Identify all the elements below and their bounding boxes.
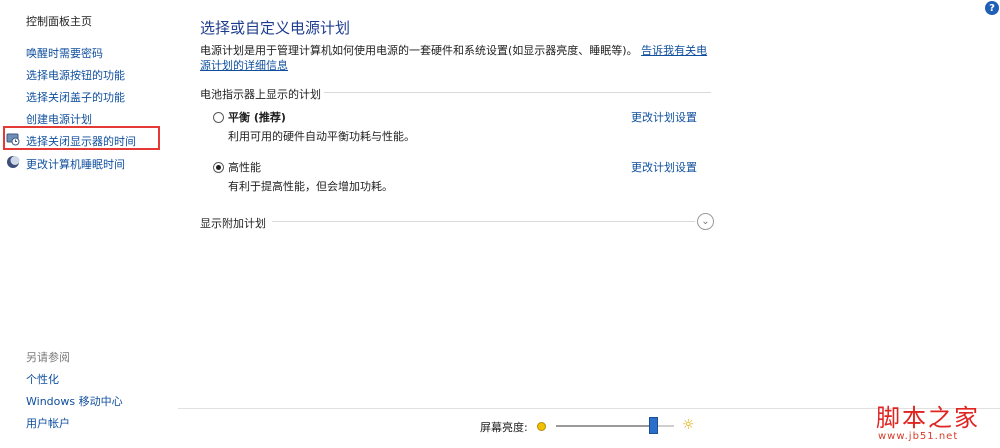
chevron-down-icon: ⌄ (701, 216, 710, 227)
help-icon[interactable]: ? (985, 1, 999, 15)
plan-balanced-change-link[interactable]: 更改计划设置 (631, 109, 697, 125)
page-title: 选择或自定义电源计划 (200, 19, 351, 37)
page-description: 电源计划是用于管理计算机如何使用电源的一套硬件和系统设置(如显示器亮度、睡眠等)… (200, 43, 712, 73)
brightness-label: 屏幕亮度: (480, 421, 528, 434)
section-divider (324, 92, 711, 93)
see-also-personalization[interactable]: 个性化 (26, 371, 59, 387)
see-also-user-accounts[interactable]: 用户帐户 (26, 415, 70, 431)
expand-extra-plans-button[interactable]: ⌄ (697, 213, 714, 230)
plan-balanced-name[interactable]: 平衡 (推荐) (228, 109, 286, 125)
sidebar-item-lid-close[interactable]: 选择关闭盖子的功能 (26, 89, 125, 105)
moon-sleep-icon (7, 156, 20, 168)
brightness-low-icon (537, 422, 546, 431)
battery-section-heading: 电池指示器上显示的计划 (200, 88, 321, 101)
sidebar-item-power-buttons[interactable]: 选择电源按钮的功能 (26, 67, 125, 83)
extra-plans-heading[interactable]: 显示附加计划 (200, 215, 266, 231)
brightness-slider-fill (556, 425, 657, 427)
plan-high-performance-change-link[interactable]: 更改计划设置 (631, 159, 697, 175)
plan-balanced-desc: 利用可用的硬件自动平衡功耗与性能。 (228, 130, 415, 143)
watermark-url: www.jb51.net (878, 431, 959, 442)
brightness-slider-thumb[interactable] (648, 417, 658, 434)
watermark-logo: 脚本之家 (876, 404, 980, 432)
sidebar-item-sleep-time[interactable]: 更改计算机睡眠时间 (26, 156, 125, 172)
plan-high-performance-name[interactable]: 高性能 (228, 159, 261, 175)
sidebar: 控制面板主页 唤醒时需要密码 选择电源按钮的功能 选择关闭盖子的功能 创建电源计… (0, 0, 178, 448)
description-text: 电源计划是用于管理计算机如何使用电源的一套硬件和系统设置(如显示器亮度、睡眠等)… (200, 44, 638, 57)
sidebar-item-wake-password[interactable]: 唤醒时需要密码 (26, 45, 103, 61)
display-clock-icon (6, 133, 20, 146)
plan-high-performance-desc: 有利于提高性能，但会增加功耗。 (228, 180, 393, 193)
section-divider (272, 221, 695, 222)
sidebar-item-create-plan[interactable]: 创建电源计划 (26, 111, 92, 127)
see-also-mobility-center[interactable]: Windows 移动中心 (26, 393, 123, 409)
plan-high-performance-radio[interactable] (213, 162, 224, 173)
control-panel-home-link[interactable]: 控制面板主页 (26, 13, 92, 29)
see-also-heading: 另请参阅 (26, 351, 70, 364)
plan-balanced-radio[interactable] (213, 112, 224, 123)
sidebar-item-display-off[interactable]: 选择关闭显示器的时间 (26, 133, 136, 149)
brightness-high-icon: ☼ (682, 417, 695, 433)
